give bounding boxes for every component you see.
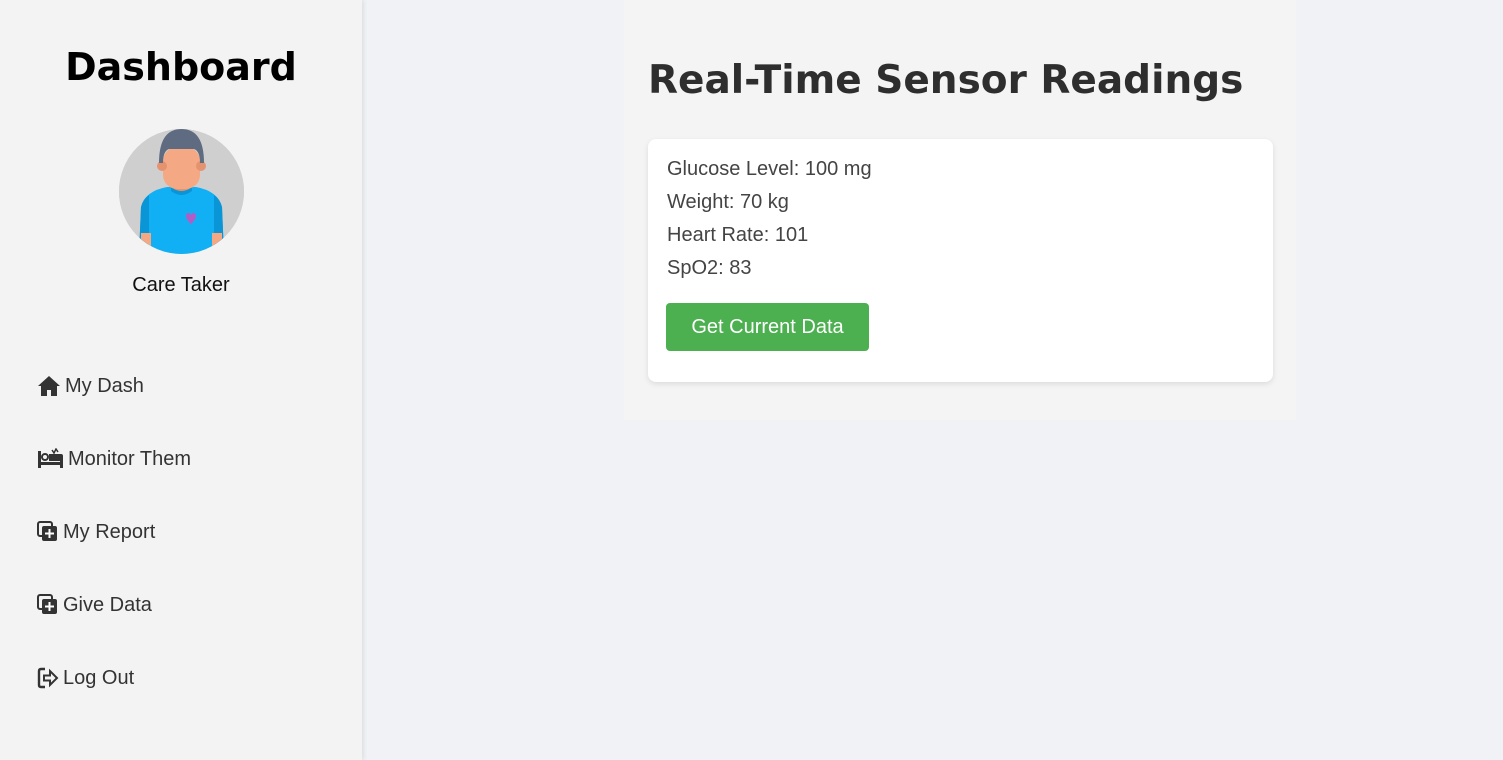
sidebar-item-my-dash[interactable]: My Dash bbox=[37, 372, 144, 400]
avatar bbox=[119, 129, 244, 254]
copy-plus-icon bbox=[37, 521, 59, 543]
page-title: Real-Time Sensor Readings bbox=[648, 58, 1244, 103]
sidebar-title: Dashboard bbox=[65, 45, 297, 89]
sign-out-icon bbox=[37, 667, 59, 689]
heart-rate-reading: Heart Rate: 101 bbox=[667, 224, 809, 246]
sidebar-item-label: My Dash bbox=[65, 374, 144, 397]
sidebar-item-my-report[interactable]: My Report bbox=[37, 518, 155, 546]
sidebar-item-label: Give Data bbox=[63, 593, 152, 616]
get-current-data-button[interactable]: Get Current Data bbox=[666, 303, 869, 351]
weight-reading: Weight: 70 kg bbox=[667, 191, 789, 213]
copy-plus-icon bbox=[37, 594, 59, 616]
sidebar-item-monitor-them[interactable]: Monitor Them bbox=[37, 445, 191, 473]
sidebar-item-give-data[interactable]: Give Data bbox=[37, 591, 152, 619]
person-heart-avatar-icon bbox=[119, 129, 244, 254]
sidebar-item-label: My Report bbox=[63, 520, 156, 543]
home-icon bbox=[37, 375, 61, 397]
sidebar-item-label: Monitor Them bbox=[68, 447, 192, 470]
sidebar-item-log-out[interactable]: Log Out bbox=[37, 664, 134, 692]
bed-icon bbox=[37, 448, 64, 470]
user-name: Care Taker bbox=[132, 274, 230, 296]
sidebar-item-label: Log Out bbox=[63, 666, 135, 689]
readings-card: Glucose Level: 100 mg Weight: 70 kg Hear… bbox=[648, 139, 1273, 382]
glucose-reading: Glucose Level: 100 mg bbox=[667, 158, 872, 180]
sidebar: Dashboard Care Taker My Dash Monitor The… bbox=[0, 0, 362, 760]
spo2-reading: SpO2: 83 bbox=[667, 257, 752, 279]
